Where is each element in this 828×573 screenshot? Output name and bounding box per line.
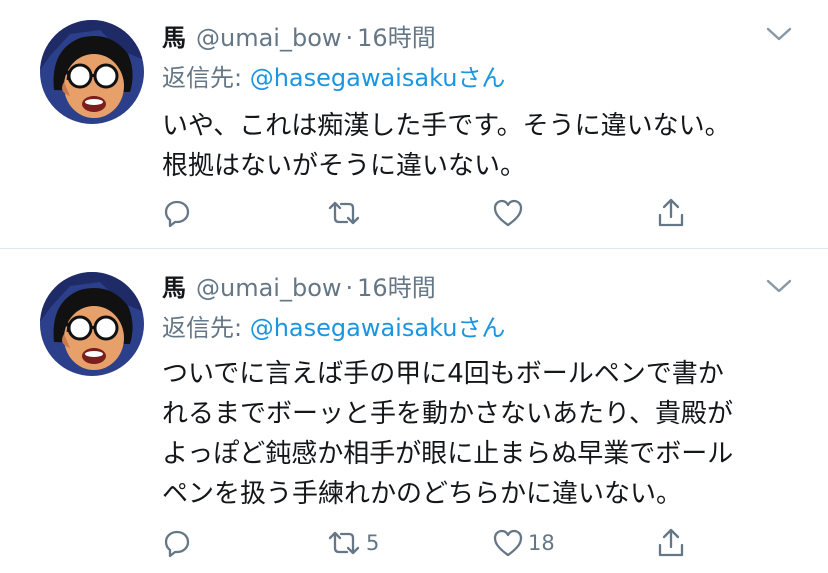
display-name[interactable]: 馬 — [162, 18, 186, 53]
heart-icon — [493, 529, 523, 557]
like-count: 18 — [528, 531, 555, 555]
reply-button[interactable] — [162, 196, 192, 230]
timestamp[interactable]: 16時間 — [357, 18, 436, 53]
chevron-down-icon[interactable] — [766, 278, 792, 294]
avatar[interactable] — [40, 20, 144, 124]
separator-dot: · — [345, 274, 354, 302]
tweet-text-line: れるまでボーッと手を動かさないあたり、貴殿が — [162, 399, 733, 429]
retweet-icon — [328, 531, 360, 555]
tweet-text-line: ペンを扱う手練れかのどちらかに違いない。 — [162, 479, 683, 509]
like-button[interactable] — [492, 196, 528, 230]
reply-to-prefix: 返信先: — [162, 314, 250, 342]
reply-button[interactable] — [162, 526, 192, 560]
reply-mention-link[interactable]: @hasegawaisaku — [250, 314, 458, 342]
reply-to-line: 返信先: @hasegawaisakuさん — [162, 308, 505, 342]
action-bar: 5 18 — [162, 526, 702, 560]
action-bar — [162, 196, 702, 230]
reply-to-line: 返信先: @hasegawaisakuさん — [162, 58, 505, 92]
tweet-text-line: 根拠はないがそうに違いない。 — [162, 151, 527, 181]
retweet-button[interactable]: 5 — [326, 526, 379, 560]
tweet-header: 馬 @umai_bow · 16時間 — [162, 18, 436, 52]
display-name[interactable]: 馬 — [162, 268, 186, 303]
tweet[interactable]: 馬 @umai_bow · 16時間 返信先: @hasegawaisakuさん… — [0, 0, 828, 248]
share-icon — [658, 528, 684, 557]
tweet-text: ついでに言えば手の甲に4回もボールペンで書か れるまでボーッと手を動かさないあた… — [162, 354, 802, 514]
share-button[interactable] — [656, 196, 686, 230]
user-handle[interactable]: @umai_bow — [196, 24, 342, 52]
share-icon — [658, 198, 684, 227]
reply-to-prefix: 返信先: — [162, 64, 250, 92]
reply-mention-link[interactable]: @hasegawaisaku — [250, 64, 458, 92]
share-button[interactable] — [656, 526, 686, 560]
separator-dot: · — [345, 24, 354, 52]
tweet-text-line: よっぽど鈍感か相手が眼に止まらぬ早業でボール — [162, 439, 734, 469]
timestamp[interactable]: 16時間 — [357, 268, 436, 303]
chevron-down-icon[interactable] — [766, 26, 792, 42]
tweet[interactable]: 馬 @umai_bow · 16時間 返信先: @hasegawaisakuさん… — [0, 248, 828, 573]
retweet-count: 5 — [366, 531, 380, 555]
reply-mention-suffix[interactable]: さん — [457, 64, 505, 92]
tweet-text-line: いや、これは痴漢した手です。そうに違いない。 — [162, 111, 731, 141]
tweet-header: 馬 @umai_bow · 16時間 — [162, 268, 436, 302]
reply-mention-suffix[interactable]: さん — [457, 314, 505, 342]
reply-icon — [164, 200, 190, 228]
heart-icon — [493, 199, 523, 227]
tweet-text: いや、これは痴漢した手です。そうに違いない。 根拠はないがそうに違いない。 — [162, 106, 802, 186]
like-button[interactable]: 18 — [492, 526, 555, 560]
retweet-button[interactable] — [326, 196, 366, 230]
user-handle[interactable]: @umai_bow — [196, 274, 342, 302]
avatar[interactable] — [40, 272, 144, 376]
tweet-text-line: ついでに言えば手の甲に4回もボールペンで書か — [162, 359, 724, 389]
retweet-icon — [328, 201, 360, 225]
reply-icon — [164, 530, 190, 558]
